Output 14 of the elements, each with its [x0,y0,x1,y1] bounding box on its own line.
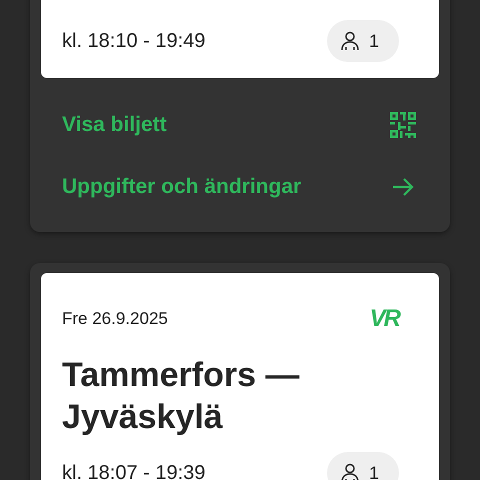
passenger-count: 1 [326,452,399,480]
qr-code-icon [390,112,416,138]
trip-card[interactable]: Fre 26.9.2025 VR Tammerfors — Jyväskylä kl. 18:07 - 19:39 1 [41,273,439,480]
logo: VR [370,305,399,333]
trip-time: kl. 18:10 - 19:49 [62,30,206,52]
person-icon [338,462,361,480]
action-link[interactable]: Visa biljett [41,94,439,156]
trip-card[interactable]: kl. 18:10 - 19:49 1 [41,0,439,78]
route-title: Tammerfors — Jyväskylä [62,355,300,438]
person-icon [338,30,361,52]
trip-date: Fre 26.9.2025 [62,308,168,330]
action-link[interactable]: Uppgifter och ändringar [41,156,439,218]
passenger-count: 1 [326,20,399,62]
trip-time: kl. 18:07 - 19:39 [62,462,206,480]
